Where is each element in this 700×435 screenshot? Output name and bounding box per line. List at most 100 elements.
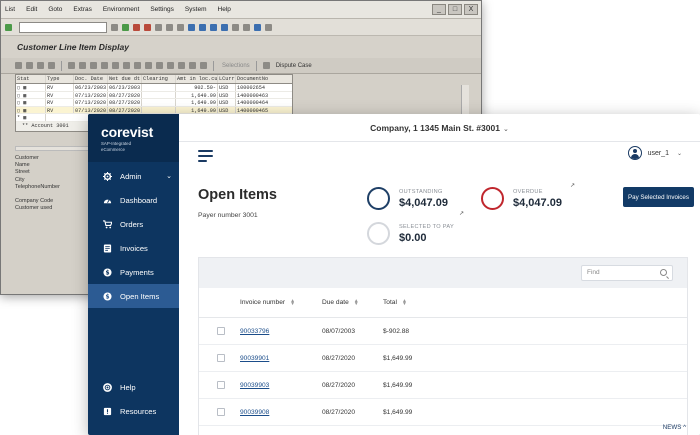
- deselect-icon[interactable]: [90, 62, 97, 69]
- user-menu[interactable]: user_1 ⌄: [627, 146, 682, 160]
- sidebar-item-resources[interactable]: Resources: [88, 399, 179, 423]
- sidebar-item-open-items[interactable]: $ Open Items: [88, 284, 179, 308]
- brand-logo[interactable]: corevist SAP-Integrated eCommerce: [88, 114, 179, 162]
- external-link-icon[interactable]: ↗: [459, 210, 464, 217]
- sap-col-type[interactable]: Type: [46, 75, 74, 83]
- sap-cell-stat[interactable]: ▢ ▩: [16, 106, 46, 113]
- sap-col-net-due[interactable]: Net due dt: [108, 75, 142, 83]
- invoice-link[interactable]: 90039901: [240, 355, 269, 362]
- last-icon[interactable]: [48, 62, 55, 69]
- sap-menu-list[interactable]: List: [5, 6, 15, 13]
- sap-cell-stat[interactable]: ▢ ▩: [16, 84, 46, 91]
- back-icon[interactable]: [122, 23, 129, 31]
- pay-selected-invoices-button[interactable]: Pay Selected Invoices: [623, 187, 694, 207]
- document-icon[interactable]: [68, 62, 75, 69]
- row-checkbox[interactable]: [217, 354, 225, 362]
- sap-cell-stat[interactable]: ▢ ▩: [16, 91, 46, 98]
- external-link-icon[interactable]: ↗: [570, 182, 575, 189]
- header-invoice-number[interactable]: Invoice number ▲ ▼: [240, 298, 322, 306]
- minimize-button[interactable]: _: [432, 4, 446, 15]
- sap-grid-row[interactable]: ▢ ▩ RV 07/13/2020 08/27/2020 1,649.99 US…: [16, 91, 292, 99]
- sidebar-item-admin[interactable]: Admin ⌄: [88, 164, 179, 188]
- sidebar-item-orders[interactable]: Orders: [88, 212, 179, 236]
- new-session-icon[interactable]: [232, 23, 239, 31]
- dispute-case-button[interactable]: Dispute Case: [276, 63, 312, 69]
- invoice-link[interactable]: 90039903: [240, 382, 269, 389]
- layout-select-icon[interactable]: [178, 62, 185, 69]
- sap-command-field[interactable]: [19, 21, 107, 33]
- sap-grid-row[interactable]: ▢ ▩ RV 07/13/2020 08/27/2020 1,649.99 US…: [16, 106, 292, 114]
- close-button[interactable]: X: [464, 4, 478, 15]
- find-icon[interactable]: [166, 23, 173, 31]
- sort-icon[interactable]: ▲ ▼: [402, 298, 407, 306]
- table-row[interactable]: 90039903 08/27/2020 $1,649.99: [199, 372, 687, 399]
- sap-cell-stat[interactable]: ▢ ▩: [16, 99, 46, 106]
- sort-desc-icon[interactable]: [112, 62, 119, 69]
- row-checkbox[interactable]: [217, 408, 225, 416]
- print-icon[interactable]: [155, 23, 162, 31]
- selections-button[interactable]: Selections: [222, 63, 250, 69]
- select-all-icon[interactable]: [79, 62, 86, 69]
- sap-menu-extras[interactable]: Extras: [73, 6, 91, 13]
- search-icon[interactable]: [660, 269, 667, 276]
- enter-icon[interactable]: [5, 23, 12, 31]
- excel-icon[interactable]: [156, 62, 163, 69]
- sap-menu-settings[interactable]: Settings: [150, 6, 174, 13]
- sidebar-item-dashboard[interactable]: Dashboard: [88, 188, 179, 212]
- company-selector[interactable]: Company, 1 1345 Main St. #3001 ⌄: [370, 123, 509, 133]
- sap-menu-help[interactable]: Help: [218, 6, 231, 13]
- sap-menu-system[interactable]: System: [185, 6, 207, 13]
- sort-asc-icon[interactable]: [101, 62, 108, 69]
- row-checkbox[interactable]: [217, 327, 225, 335]
- sap-grid-row[interactable]: ▢ ▩ RV 06/23/2003 06/23/2003 902.50- USD…: [16, 84, 292, 92]
- filter-icon[interactable]: [123, 62, 130, 69]
- subtotal-icon[interactable]: [145, 62, 152, 69]
- sap-col-amount[interactable]: Amt in loc.cur.: [176, 75, 218, 83]
- sap-menu-goto[interactable]: Goto: [48, 6, 62, 13]
- save-icon[interactable]: [111, 23, 118, 31]
- prev-page-icon[interactable]: [199, 23, 206, 31]
- sap-col-clearing[interactable]: Clearing: [142, 75, 176, 83]
- last-page-icon[interactable]: [221, 23, 228, 31]
- sidebar-item-help[interactable]: Help: [88, 375, 179, 399]
- first-page-icon[interactable]: [188, 23, 195, 31]
- layout-icon[interactable]: [265, 23, 272, 31]
- next-icon[interactable]: [37, 62, 44, 69]
- sort-icon[interactable]: ▲ ▼: [290, 298, 295, 306]
- exit-icon[interactable]: [133, 23, 140, 31]
- table-row[interactable]: 90033796 08/07/2003 $-902.88: [199, 318, 687, 345]
- table-row[interactable]: 90039901 08/27/2020 $1,649.99: [199, 345, 687, 372]
- info-icon[interactable]: [200, 62, 207, 69]
- sap-menu-environment[interactable]: Environment: [103, 6, 140, 13]
- previous-icon[interactable]: [26, 62, 33, 69]
- sidebar-item-payments[interactable]: $ Payments: [88, 260, 179, 284]
- menu-icon[interactable]: [198, 150, 213, 162]
- word-icon[interactable]: [167, 62, 174, 69]
- help-icon[interactable]: [254, 23, 261, 31]
- sap-grid-row[interactable]: ▢ ▩ RV 07/13/2020 08/27/2020 1,649.99 US…: [16, 99, 292, 107]
- cancel-icon[interactable]: [144, 23, 151, 31]
- sap-col-lcurr[interactable]: LCurr: [218, 75, 236, 83]
- table-row[interactable]: 90039908 08/27/2020 $1,649.99: [199, 399, 687, 426]
- row-checkbox[interactable]: [217, 381, 225, 389]
- find-next-icon[interactable]: [177, 23, 184, 31]
- invoice-link[interactable]: 90033796: [240, 328, 269, 335]
- sap-menu-edit[interactable]: Edit: [26, 6, 37, 13]
- header-due-date[interactable]: Due date ▲ ▼: [322, 298, 383, 306]
- sidebar-item-invoices[interactable]: Invoices: [88, 236, 179, 260]
- sap-col-doc-date[interactable]: Doc. Date: [74, 75, 108, 83]
- sap-col-stat[interactable]: Stat: [16, 75, 46, 83]
- find-input[interactable]: Find: [581, 265, 673, 281]
- layout-save-icon[interactable]: [189, 62, 196, 69]
- sort-icon[interactable]: ▲ ▼: [354, 298, 359, 306]
- invoice-link[interactable]: 90039908: [240, 409, 269, 416]
- first-icon[interactable]: [15, 62, 22, 69]
- shortcut-icon[interactable]: [243, 23, 250, 31]
- maximize-button[interactable]: □: [448, 4, 462, 15]
- sap-cell-stat[interactable]: * ▩: [16, 114, 46, 121]
- sum-icon[interactable]: [134, 62, 141, 69]
- sap-col-docno[interactable]: DocumentNo: [236, 75, 272, 83]
- next-page-icon[interactable]: [210, 23, 217, 31]
- header-total[interactable]: Total ▲ ▼: [383, 298, 463, 306]
- news-toggle[interactable]: NEWS ^: [663, 424, 686, 431]
